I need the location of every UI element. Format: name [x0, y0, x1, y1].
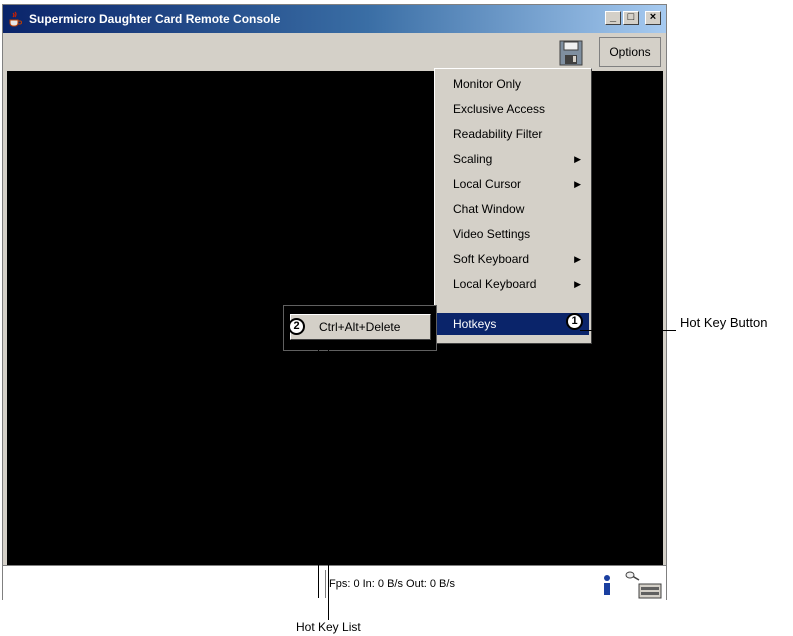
options-button[interactable]: Options — [599, 37, 661, 67]
hot-key-list-label: Hot Key List — [296, 620, 361, 634]
title-bar[interactable]: Supermicro Daughter Card Remote Console … — [3, 5, 666, 33]
floppy-disk-icon[interactable] — [559, 38, 583, 66]
callout-badge-1: 1 — [566, 313, 583, 330]
menu-item-local-keyboard[interactable]: Local Keyboard ▶ — [437, 273, 589, 295]
submenu-arrow-icon: ▶ — [574, 179, 581, 189]
menu-item-video-settings[interactable]: Video Settings — [437, 223, 589, 245]
status-bar: Fps: 0 In: 0 B/s Out: 0 B/s — [3, 565, 666, 601]
hotkey-ctrl-alt-delete[interactable]: Ctrl+Alt+Delete — [290, 314, 431, 340]
info-icon[interactable] — [601, 574, 613, 596]
menu-item-soft-keyboard[interactable]: Soft Keyboard ▶ — [437, 248, 589, 270]
menu-item-readability-filter[interactable]: Readability Filter — [437, 123, 589, 145]
keyboard-mouse-icon[interactable] — [625, 570, 663, 600]
submenu-arrow-icon: ▶ — [574, 279, 581, 289]
callout-badge-2: 2 — [288, 318, 305, 335]
toolbar: Options — [3, 33, 666, 71]
submenu-arrow-icon: ▶ — [574, 254, 581, 264]
hot-key-list-leader-left — [318, 340, 319, 598]
hot-key-button-leader — [580, 330, 676, 331]
options-menu: Monitor Only Exclusive Access Readabilit… — [434, 68, 592, 344]
hot-key-list-leader-right — [328, 340, 329, 620]
submenu-arrow-icon: ▶ — [574, 154, 581, 164]
hot-key-button-label: Hot Key Button — [680, 315, 768, 330]
menu-item-chat-window[interactable]: Chat Window — [437, 198, 589, 220]
status-divider — [325, 570, 326, 598]
menu-item-local-cursor[interactable]: Local Cursor ▶ — [437, 173, 589, 195]
maximize-button[interactable]: □ — [623, 11, 639, 25]
menu-item-exclusive-access[interactable]: Exclusive Access — [437, 98, 589, 120]
menu-item-scaling[interactable]: Scaling ▶ — [437, 148, 589, 170]
hotkey-list: Ctrl+Alt+Delete — [283, 305, 437, 351]
window-title: Supermicro Daughter Card Remote Console — [29, 12, 281, 26]
close-button[interactable]: × — [645, 11, 661, 25]
menu-item-monitor-only[interactable]: Monitor Only — [437, 73, 589, 95]
minimize-button[interactable]: _ — [605, 11, 621, 25]
java-cup-icon — [9, 11, 22, 27]
status-text: Fps: 0 In: 0 B/s Out: 0 B/s — [329, 578, 455, 590]
